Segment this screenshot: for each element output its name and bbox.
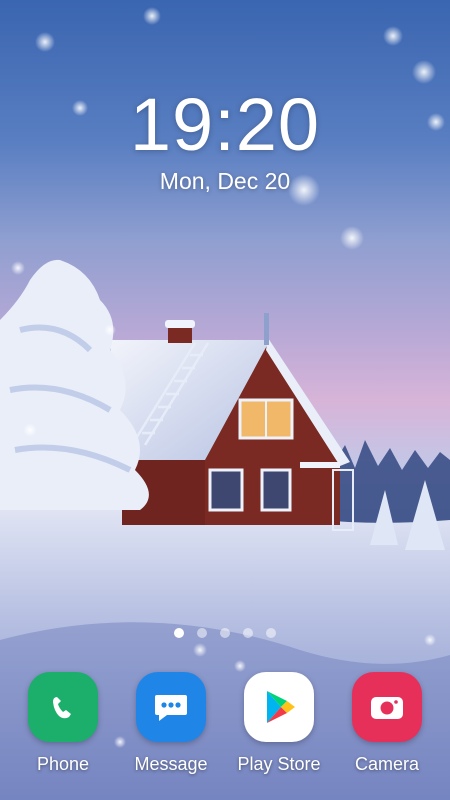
lockscreen-date: Mon, Dec 20 [159,168,291,194]
play-store-app[interactable]: Play Store [229,672,329,775]
camera-icon[interactable] [352,672,422,742]
page-dot-4[interactable] [243,628,253,638]
camera-app-label: Camera [354,754,420,774]
phone-app-label: Phone [36,754,90,774]
app-dock: Phone Message Play Store Camera [0,672,450,782]
play-store-app-label: Play Store [237,754,321,774]
play-store-icon[interactable] [244,672,314,742]
message-icon[interactable] [136,672,206,742]
page-indicator [0,628,450,638]
camera-app[interactable]: Camera [337,672,437,775]
page-dot-5[interactable] [266,628,276,638]
message-app[interactable]: Message [121,672,221,775]
phone-app[interactable]: Phone [13,672,113,775]
page-dot-2[interactable] [197,628,207,638]
lockscreen-time: 19:20 [129,83,321,166]
page-dot-3[interactable] [220,628,230,638]
page-dot-1[interactable] [174,628,184,638]
phone-icon[interactable] [28,672,98,742]
message-app-label: Message [134,754,208,774]
home-screen: 19:20 Mon, Dec 20 Phone Message Play Sto… [0,0,450,800]
